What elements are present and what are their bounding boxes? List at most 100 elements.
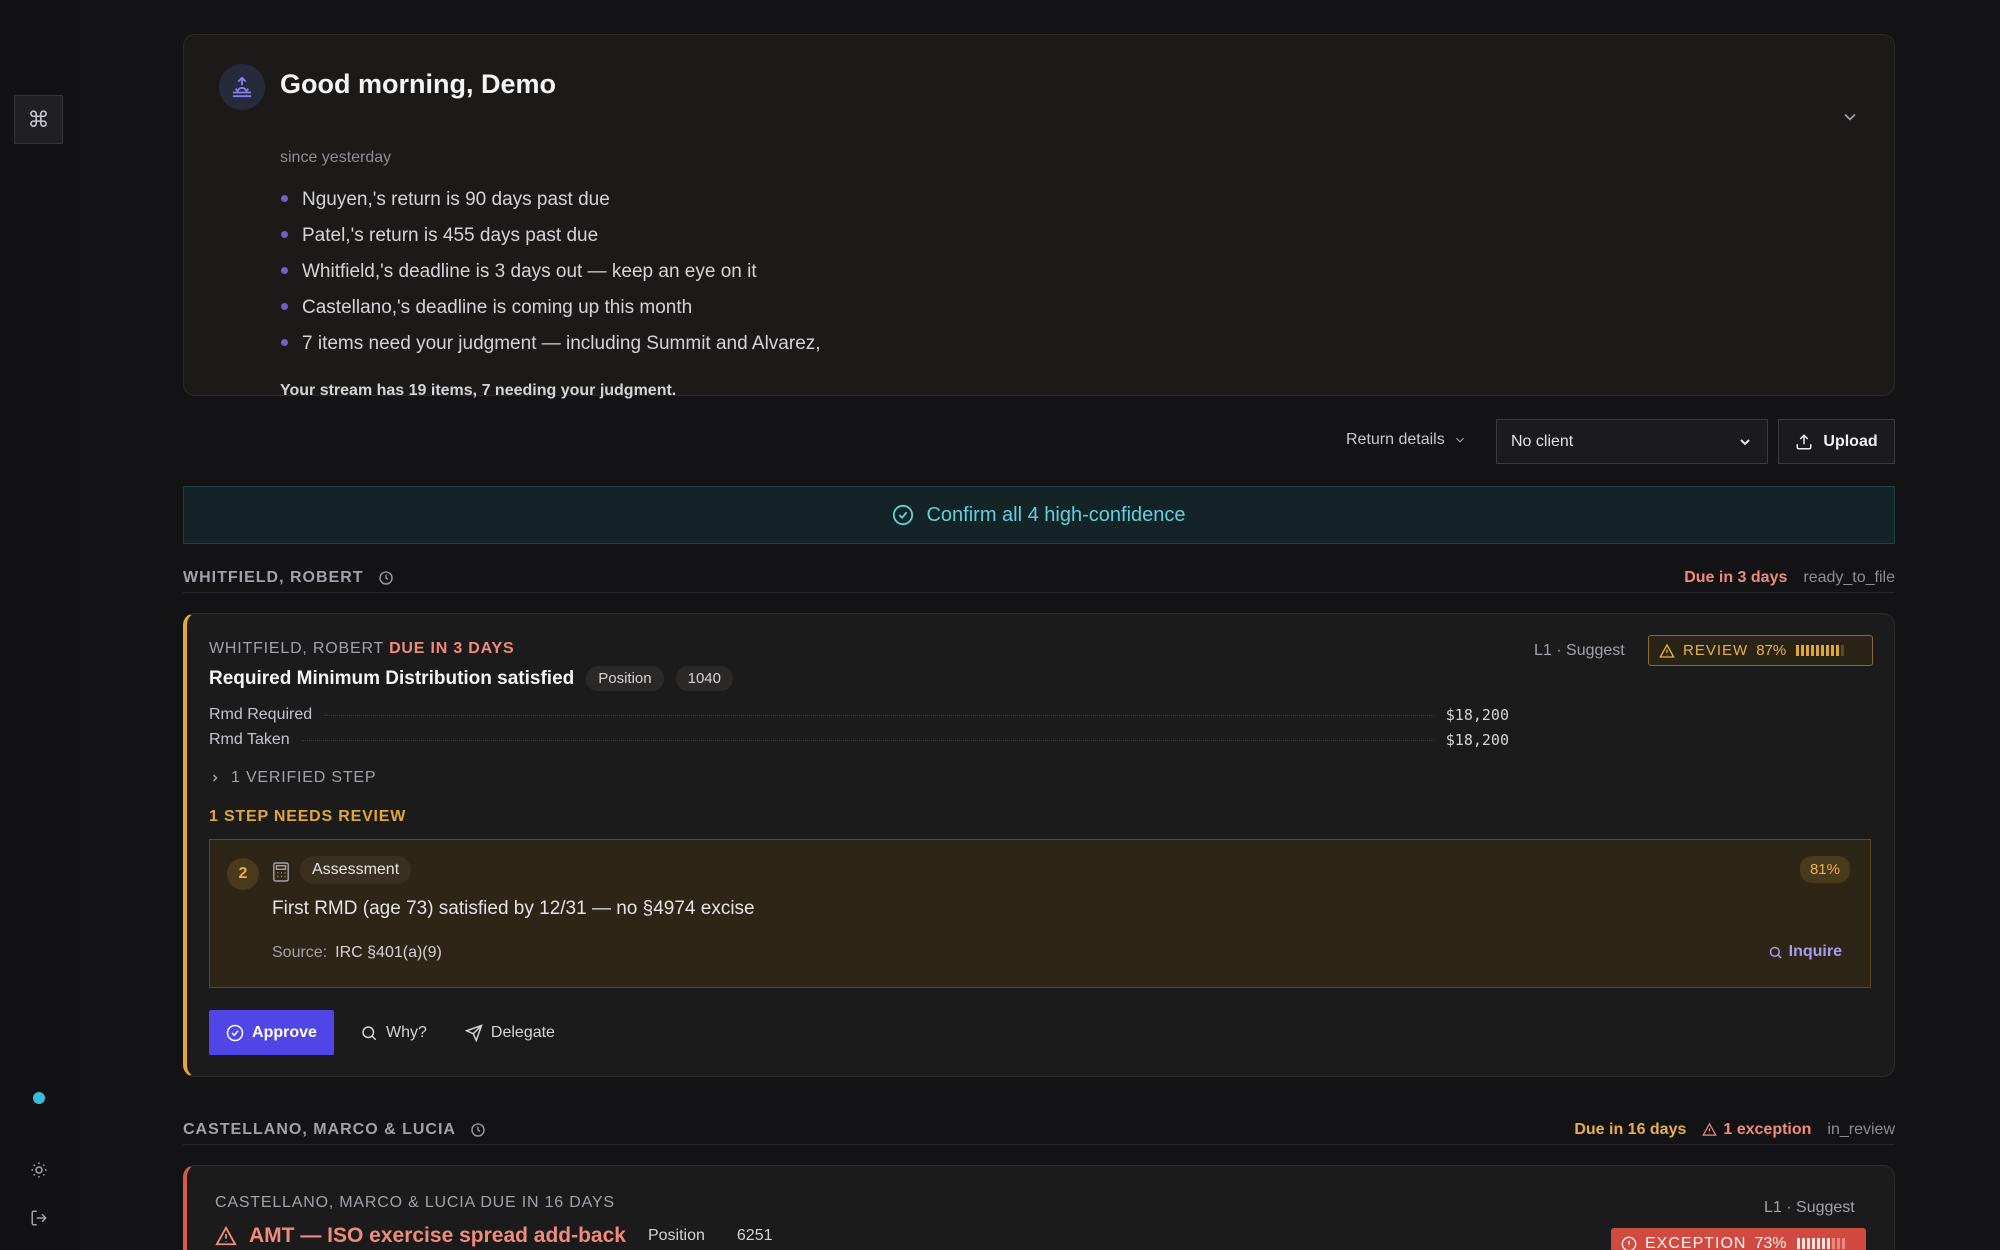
kv-value: $18,200: [1445, 731, 1509, 749]
group-header-whitfield: WHITFIELD, ROBERT Due in 3 days ready_to…: [183, 563, 1895, 593]
upload-icon: [1796, 433, 1812, 449]
greeting-item: 7 items need your judgment — including S…: [280, 329, 821, 365]
item-card-amt: CASTELLANO, MARCO & LUCIA DUE IN 16 DAYS…: [183, 1165, 1895, 1250]
card-client: CASTELLANO, MARCO & LUCIA DUE IN 16 DAYS: [215, 1194, 615, 1212]
sunrise-avatar: [219, 64, 265, 110]
inquire-button[interactable]: Inquire: [1768, 943, 1842, 961]
greeting-item: Patel,'s return is 455 days past due: [280, 221, 821, 257]
group-status: in_review: [1827, 1120, 1895, 1138]
client-select[interactable]: No client: [1496, 419, 1768, 464]
group-due: Due in 16 days: [1574, 1120, 1687, 1138]
form-chip: 6251: [736, 1227, 773, 1244]
meter-segment: [1806, 1238, 1810, 1249]
card-client-name: WHITFIELD, ROBERT: [209, 640, 384, 657]
confirm-high-confidence-button[interactable]: Confirm all 4 high-confidence: [183, 486, 1895, 544]
return-details-label: Return details: [1346, 431, 1445, 448]
greeting-card: Good morning, Demo since yesterday Nguye…: [183, 34, 1895, 399]
meter-segment: [1816, 645, 1820, 656]
meter-segment: [1821, 645, 1825, 656]
greeting-title: Good morning, Demo: [280, 69, 556, 99]
card-client-name: CASTELLANO, MARCO & LUCIA: [215, 1194, 476, 1211]
client-select-value: No client: [1511, 432, 1574, 450]
theme-toggle-button[interactable]: [27, 1158, 51, 1182]
warning-icon: [1659, 643, 1675, 658]
kv-row: Rmd Taken $18,200: [209, 728, 1509, 752]
step-source: Source: IRC §401(a)(9): [272, 944, 442, 962]
step-text: First RMD (age 73) satisfied by 12/31 — …: [272, 898, 755, 919]
greeting-item: Nguyen,'s return is 90 days past due: [280, 185, 821, 221]
card-title-row: Required Minimum Distribution satisfied …: [209, 666, 733, 691]
send-icon: [464, 1023, 483, 1042]
exception-badge-pct: 73%: [1754, 1234, 1787, 1250]
meter-segment: [1826, 645, 1830, 656]
greeting-since: since yesterday: [280, 149, 392, 166]
greeting-item: Castellano,'s deadline is coming up this…: [280, 293, 821, 329]
meter-segment: [1811, 645, 1815, 656]
card-title: AMT — ISO exercise spread add-back: [249, 1224, 626, 1247]
command-palette-button[interactable]: ⌘: [14, 95, 63, 144]
warning-icon: [215, 1225, 237, 1246]
meter-segment: [1796, 645, 1800, 656]
command-icon: ⌘: [27, 106, 50, 132]
autonomy-level: L1 · Suggest: [1534, 642, 1625, 659]
kv-value: $18,200: [1445, 706, 1509, 724]
group-name: CASTELLANO, MARCO & LUCIA: [183, 1120, 456, 1138]
meter-segment: [1831, 1238, 1835, 1249]
needs-review-label: 1 STEP NEEDS REVIEW: [209, 808, 407, 825]
greeting-footer: Your stream has 19 items, 7 needing your…: [280, 382, 677, 399]
meter-segment: [1801, 1238, 1805, 1249]
group-header-castellano: CASTELLANO, MARCO & LUCIA Due in 16 days…: [183, 1115, 1895, 1145]
step-confidence: 81%: [1799, 856, 1850, 883]
chevron-down-icon: [1455, 437, 1464, 443]
why-button[interactable]: Why?: [348, 1010, 439, 1055]
meter-segment: [1836, 645, 1840, 656]
check-circle-icon: [226, 1024, 244, 1041]
source-label: Source:: [272, 944, 328, 961]
card-actions: Approve Why? Delegate: [209, 1010, 567, 1055]
meter-segment: [1836, 1238, 1840, 1249]
source-citation: IRC §401(a)(9): [335, 944, 442, 961]
review-badge-pct: 87%: [1756, 642, 1787, 659]
collapse-greeting-button[interactable]: [1840, 107, 1860, 127]
card-due: DUE IN 3 DAYS: [389, 640, 515, 657]
warning-icon: [1702, 1122, 1718, 1136]
review-badge-label: REVIEW: [1683, 642, 1749, 659]
clock-icon: [378, 570, 393, 585]
meter-segment: [1806, 645, 1810, 656]
status-dot: [33, 1092, 45, 1104]
delegate-button[interactable]: Delegate: [453, 1010, 567, 1055]
kv-label: Rmd Taken: [209, 731, 290, 748]
meter-segment: [1796, 1238, 1800, 1249]
logout-button[interactable]: [27, 1206, 51, 1230]
approve-button[interactable]: Approve: [209, 1010, 334, 1055]
group-name: WHITFIELD, ROBERT: [183, 568, 364, 586]
upload-button[interactable]: Upload: [1778, 419, 1895, 464]
kv-leader: [324, 714, 1434, 716]
confirm-label: Confirm all 4 high-confidence: [926, 503, 1186, 526]
exception-count: 1 exception: [1723, 1120, 1812, 1138]
greeting-item: Whitfield,'s deadline is 3 days out — ke…: [280, 257, 821, 293]
greeting-list: Nguyen,'s return is 90 days past due Pat…: [280, 185, 821, 365]
form-chip: 1040: [675, 666, 733, 691]
exception-badge-label: EXCEPTION: [1645, 1234, 1747, 1250]
search-icon: [1769, 946, 1782, 959]
confidence-meter: [1796, 645, 1845, 656]
kv-row: Rmd Required $18,200: [209, 703, 1509, 727]
meter-segment: [1801, 645, 1805, 656]
chevron-right-icon: [212, 774, 218, 782]
check-circle-icon: [893, 504, 914, 526]
verified-steps-toggle[interactable]: 1 VERIFIED STEP: [209, 769, 376, 787]
group-exception: 1 exception: [1702, 1121, 1811, 1139]
meter-segment: [1816, 1238, 1820, 1249]
card-due: DUE IN 16 DAYS: [480, 1194, 615, 1211]
search-icon: [362, 1025, 377, 1040]
autonomy-level: L1 · Suggest: [1764, 1199, 1855, 1216]
kv-label: Rmd Required: [209, 706, 313, 723]
left-rail: ⌘: [0, 0, 78, 1250]
review-step: 2 Assessment 81% First RMD (age 73) sati…: [209, 839, 1871, 988]
item-card-rmd: WHITFIELD, ROBERT DUE IN 3 DAYS Required…: [183, 613, 1895, 1077]
clock-icon: [471, 1122, 485, 1137]
calculator-icon: [273, 862, 289, 882]
sun-icon: [31, 1162, 47, 1178]
return-details-toggle[interactable]: Return details: [1346, 431, 1467, 449]
